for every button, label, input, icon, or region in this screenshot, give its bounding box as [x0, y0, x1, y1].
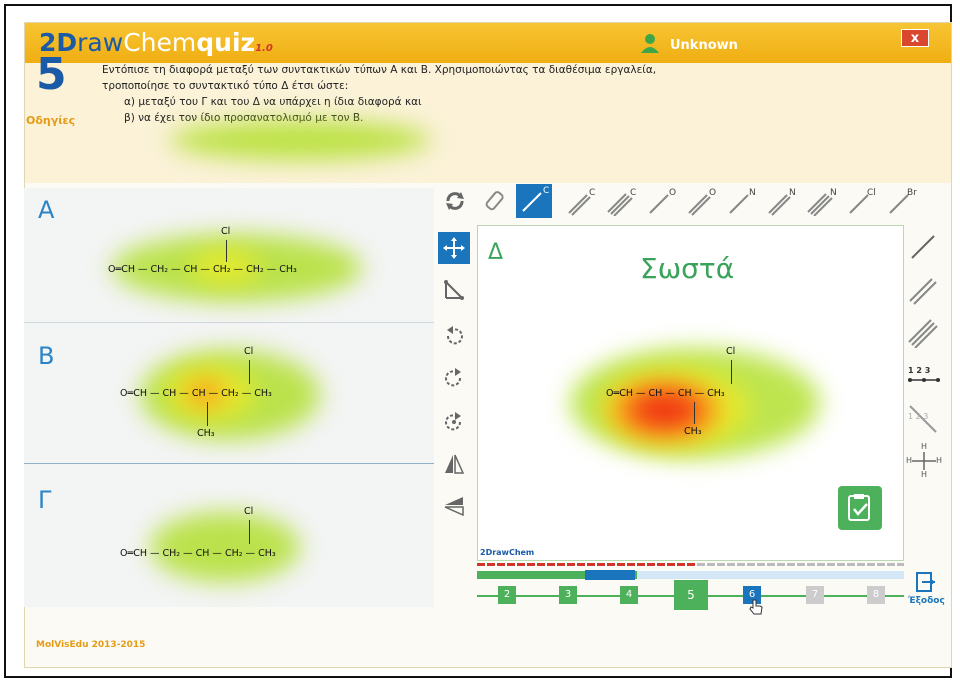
triple-bond-n-icon[interactable]: N: [806, 186, 837, 217]
move-icon[interactable]: [438, 232, 470, 264]
hydrogen-icon[interactable]: H H H H: [906, 442, 943, 479]
bond-n-icon[interactable]: N: [726, 186, 756, 216]
eraser-icon[interactable]: [480, 186, 510, 216]
canvas-brand: 2DrawChem: [480, 548, 535, 557]
bond-line: [249, 520, 250, 544]
rotate-cw-icon[interactable]: [440, 364, 468, 392]
double-bond-c-icon[interactable]: C: [566, 186, 596, 216]
panel-a-label: A: [38, 196, 55, 224]
panel-g-label: Γ: [38, 486, 52, 514]
step-5-current[interactable]: 5: [674, 580, 708, 610]
flip-horizontal-icon[interactable]: [440, 492, 468, 520]
instructions-line-1: Εντόπισε τη διαφορά μεταξύ των συντακτικ…: [102, 64, 657, 76]
panel-b-substituent-top: Cl: [244, 346, 254, 357]
step-2[interactable]: 2: [498, 586, 516, 604]
rotate-ccw-icon[interactable]: [440, 322, 468, 350]
numbering-off-icon[interactable]: 1 2 3: [906, 404, 942, 434]
bond-line: [731, 360, 732, 384]
instructions-line-2: τροποποίησε το συντακτικό τύπο Δ έτσι ώσ…: [102, 80, 349, 92]
rotate-90-icon[interactable]: [440, 408, 468, 436]
hydrogen-label: H: [906, 456, 913, 465]
logo-raw: raw: [77, 28, 124, 57]
double-bond-icon[interactable]: [906, 276, 942, 306]
editor-substituent-bottom: CH₃: [684, 426, 702, 437]
heatmap-blob: [150, 512, 300, 582]
hydrogen-label: H: [921, 470, 928, 479]
step-8[interactable]: 8: [867, 586, 885, 604]
bond-line: [249, 360, 250, 384]
panel-g-formula: O═CH — CH₂ — CH — CH₂ — CH₃: [120, 548, 276, 559]
numbering-icon[interactable]: 1 2 3: [906, 364, 942, 394]
triple-bond-c-icon[interactable]: C: [606, 186, 637, 217]
numbering-label: 1 2 3: [908, 366, 931, 375]
instructions-link[interactable]: Οδηγίες: [26, 114, 75, 127]
step-7[interactable]: 7: [806, 586, 824, 604]
panel-a-formula: O═CH — CH₂ — CH — CH₂ — CH₂ — CH₃: [108, 264, 297, 275]
single-bond-c-icon[interactable]: C: [516, 184, 552, 218]
bond-br-icon[interactable]: Br: [886, 186, 917, 216]
logo-version: 1.0: [255, 43, 273, 54]
progress-dashes-remaining: [697, 563, 904, 566]
instructions-line-3: α) μεταξύ του Γ και του Δ να υπάρχει η ί…: [124, 96, 422, 108]
footer-copyright: MolVisEdu 2013-2015: [36, 640, 146, 650]
hydrogen-label: H: [936, 456, 943, 465]
bond-line: [694, 402, 695, 424]
tool-element-label: N: [749, 188, 756, 198]
double-bond-o-icon[interactable]: O: [686, 186, 716, 216]
editor-label: Δ: [488, 240, 504, 265]
panel-b-label: B: [38, 342, 55, 370]
tool-element-label: C: [630, 188, 637, 198]
panel-b-substituent-bottom: CH₃: [197, 428, 215, 439]
tool-element-label: Br: [907, 188, 917, 198]
panel-b-formula: O═CH — CH — CH — CH₂ — CH₃: [120, 388, 272, 399]
tool-element-label: N: [830, 188, 837, 198]
title-bar: 2DrawChemquiz1.0 Unknown x: [25, 23, 951, 63]
triple-bond-icon[interactable]: [906, 318, 942, 349]
tool-element-label: N: [789, 188, 796, 198]
editor-substituent-top: Cl: [726, 346, 736, 357]
logo-chem: Chem: [123, 28, 197, 57]
app-logo: 2DrawChemquiz1.0: [39, 28, 273, 64]
bond-o-icon[interactable]: O: [646, 186, 676, 216]
step-number: 5: [36, 49, 67, 100]
double-bond-n-icon[interactable]: N: [766, 186, 796, 216]
panel-a-substituent: Cl: [221, 226, 231, 237]
instructions-text: Εντόπισε τη διαφορά μεταξύ των συντακτικ…: [102, 62, 656, 126]
single-bond-icon[interactable]: [906, 232, 942, 262]
numbering-off-label: 1 2 3: [908, 412, 929, 421]
clipboard-check-icon: [848, 494, 870, 521]
panel-g-substituent: Cl: [244, 506, 254, 517]
editor-formula: O═CH — CH — CH — CH₃: [606, 388, 725, 399]
tool-element-label: Cl: [867, 188, 876, 198]
bond-line: [207, 402, 208, 426]
user-icon: [640, 33, 660, 57]
bond-line: [226, 240, 227, 262]
close-button[interactable]: x: [901, 29, 929, 47]
exit-icon: [916, 572, 936, 592]
tool-element-label: C: [589, 188, 596, 198]
user-name: Unknown: [670, 37, 738, 53]
check-answer-button[interactable]: [838, 486, 882, 530]
tool-element-label: O: [709, 188, 717, 198]
step-4[interactable]: 4: [620, 586, 638, 604]
hydrogen-label: H: [921, 442, 928, 451]
progress-dashes: [477, 563, 697, 566]
step-3[interactable]: 3: [559, 586, 577, 604]
tool-element-label: O: [669, 188, 677, 198]
flip-vertical-icon[interactable]: [440, 450, 468, 478]
user-info: Unknown: [640, 33, 738, 57]
hand-cursor-icon: [748, 598, 764, 620]
logo-quiz: quiz: [196, 28, 256, 57]
timeline-thumb[interactable]: [585, 570, 635, 580]
exit-button[interactable]: Έξοδος: [908, 571, 945, 606]
heatmap-blob: [170, 120, 430, 160]
rotate-icon[interactable]: [440, 186, 470, 216]
angle-icon[interactable]: [440, 276, 468, 304]
bond-cl-icon[interactable]: Cl: [846, 186, 876, 216]
tool-element-label: C: [543, 186, 550, 196]
exit-label: Έξοδος: [908, 596, 945, 606]
result-status: Σωστά: [640, 252, 735, 285]
